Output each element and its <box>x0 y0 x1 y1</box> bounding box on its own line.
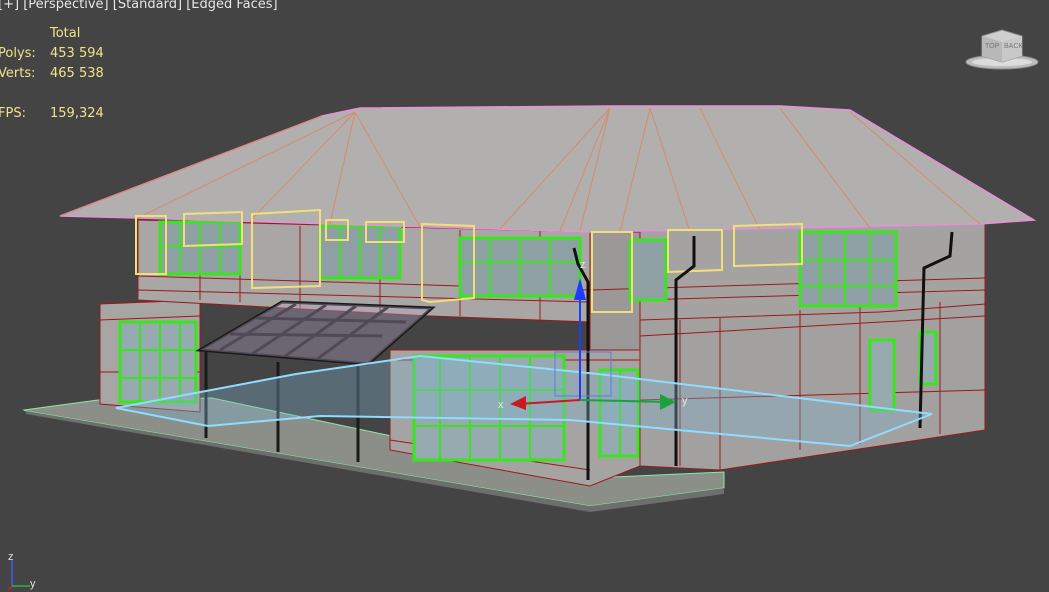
viewcube-icon[interactable]: TOP BACK <box>964 26 1040 72</box>
perspective-viewport[interactable]: x y z [+] [Perspective] [Standard] [Edge… <box>0 0 1049 592</box>
viewcube-face-top: TOP <box>985 43 1000 50</box>
stats-header: Total <box>50 26 81 41</box>
axis-tripod-icon: z y <box>7 551 36 591</box>
verts-value: 465 538 <box>50 66 104 81</box>
gizmo-y-label: y <box>682 395 688 407</box>
fps-label: FPS: <box>0 106 26 121</box>
viewport-view-menu[interactable]: [Perspective] <box>23 0 108 12</box>
viewport-style-menu[interactable]: [Edged Faces] <box>186 0 277 12</box>
polys-label: Polys: <box>0 46 36 61</box>
building-model[interactable]: x y z <box>0 0 1049 592</box>
gizmo-x-label: x <box>498 399 504 411</box>
verts-label: Verts: <box>0 66 36 81</box>
viewport-shading-menu[interactable]: [Standard] <box>113 0 182 12</box>
polys-value: 453 594 <box>50 46 104 61</box>
tripod-y-label: y <box>30 578 36 590</box>
gizmo-z-label: z <box>580 259 586 271</box>
viewport-plus-menu[interactable]: [+] <box>0 0 19 12</box>
viewcube-face-back: BACK <box>1004 43 1023 50</box>
fps-value: 159,324 <box>50 106 104 121</box>
viewport-label-menu[interactable]: [+] [Perspective] [Standard] [Edged Face… <box>0 0 278 12</box>
tripod-z-label: z <box>8 551 14 563</box>
